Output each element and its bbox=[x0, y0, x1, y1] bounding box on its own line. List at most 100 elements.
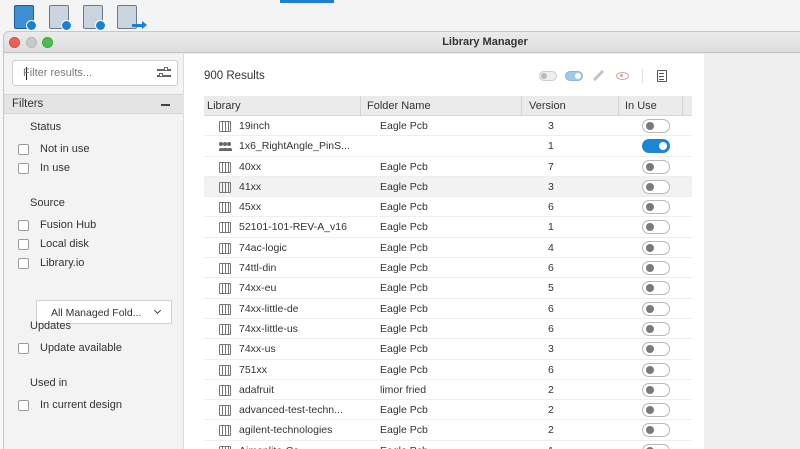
in-use-toggle[interactable] bbox=[642, 200, 670, 215]
version-number: 6 bbox=[548, 322, 554, 335]
library-name: 74xx-us bbox=[239, 343, 276, 356]
in-use-toggle[interactable] bbox=[642, 119, 670, 133]
version-number: 3 bbox=[548, 120, 554, 132]
table-row[interactable]: adafruit limor fried 2 bbox=[204, 380, 692, 401]
filter-sidebar: Filters Status Not in use In use Source … bbox=[4, 54, 184, 449]
checkbox[interactable] bbox=[18, 219, 29, 231]
title-bar: Library Manager bbox=[4, 32, 800, 53]
toolbar-divider bbox=[642, 69, 643, 83]
table-row[interactable]: 52101-101-REV-A_v16 Eagle Pcb 1 bbox=[204, 217, 692, 238]
window-title: Library Manager bbox=[442, 36, 528, 48]
filter-in-use[interactable]: In use bbox=[18, 160, 70, 176]
in-use-toggle[interactable] bbox=[642, 342, 670, 357]
export-library-icon[interactable] bbox=[116, 5, 147, 33]
pencil-icon[interactable] bbox=[592, 69, 605, 82]
filter-results-input[interactable] bbox=[23, 66, 143, 80]
version-number: 4 bbox=[548, 241, 554, 254]
library-name: 751xx bbox=[239, 363, 268, 376]
version-number: 3 bbox=[548, 343, 554, 356]
in-use-toggle[interactable] bbox=[642, 423, 670, 438]
toggle-off-icon[interactable] bbox=[539, 71, 557, 81]
library-manager-window: Library Manager Filters Status Not in us… bbox=[3, 31, 800, 449]
library-icon bbox=[219, 202, 231, 214]
checkbox[interactable] bbox=[18, 257, 29, 269]
table-row[interactable]: Aimonlite-Co... Eagle Pcb 1 bbox=[204, 441, 692, 449]
in-use-toggle[interactable] bbox=[642, 443, 670, 449]
table-row[interactable]: 40xx Eagle Pcb 7 bbox=[204, 157, 692, 177]
table-row[interactable]: 74ac-logic Eagle Pcb 4 bbox=[204, 238, 692, 259]
table-row[interactable]: 41xx Eagle Pcb 3 bbox=[204, 176, 692, 198]
table-row[interactable]: 74ttl-din Eagle Pcb 6 bbox=[204, 258, 692, 279]
table-row[interactable]: advanced-test-techn... Eagle Pcb 2 bbox=[204, 400, 692, 421]
column-in-use[interactable]: In Use bbox=[625, 100, 657, 112]
table-row[interactable]: 1x6_RightAngle_PinS... 1 bbox=[204, 136, 692, 157]
version-number: 2 bbox=[548, 424, 554, 437]
table-row[interactable]: 45xx Eagle Pcb 6 bbox=[204, 197, 692, 218]
in-use-toggle[interactable] bbox=[642, 382, 670, 397]
filter-local-disk[interactable]: Local disk bbox=[18, 236, 89, 252]
in-use-toggle[interactable] bbox=[642, 240, 670, 255]
checkbox[interactable] bbox=[18, 238, 29, 250]
folder-name: Eagle Pcb bbox=[380, 201, 428, 214]
version-number: 7 bbox=[548, 160, 554, 173]
version-number: 6 bbox=[548, 201, 554, 214]
filter-not-in-use[interactable]: Not in use bbox=[18, 141, 90, 157]
folder-name: Eagle Pcb bbox=[380, 404, 428, 417]
table-row[interactable]: 74xx-us Eagle Pcb 3 bbox=[204, 339, 692, 360]
filter-in-current-design[interactable]: In current design bbox=[18, 397, 122, 413]
in-use-toggle[interactable] bbox=[642, 403, 670, 418]
filter-library-io[interactable]: Library.io bbox=[18, 255, 84, 271]
table-row[interactable]: agilent-technologies Eagle Pcb 2 bbox=[204, 420, 692, 441]
column-library[interactable]: Library bbox=[207, 100, 241, 112]
group-icon bbox=[219, 142, 232, 152]
version-number: 5 bbox=[548, 282, 554, 295]
refresh-all-icon[interactable] bbox=[82, 5, 106, 33]
collapse-icon[interactable] bbox=[161, 104, 170, 106]
column-version[interactable]: Version bbox=[529, 100, 566, 112]
table-body: 19inch Eagle Pcb 3 1x6_RightAngle_PinS... 1 4… bbox=[204, 116, 692, 449]
library-manager-icon[interactable] bbox=[13, 5, 37, 33]
checkbox[interactable] bbox=[18, 143, 29, 155]
library-icon bbox=[219, 425, 231, 437]
document-icon[interactable] bbox=[657, 70, 667, 82]
table-row[interactable]: 74xx-little-us Eagle Pcb 6 bbox=[204, 319, 692, 340]
refresh-library-icon[interactable] bbox=[48, 5, 72, 33]
filter-update-available[interactable]: Update available bbox=[18, 340, 122, 356]
in-use-toggle[interactable] bbox=[642, 321, 670, 336]
version-number: 1 bbox=[548, 140, 554, 153]
in-use-toggle[interactable] bbox=[642, 159, 670, 174]
in-use-toggle[interactable] bbox=[642, 362, 670, 377]
filter-settings-icon[interactable] bbox=[157, 67, 171, 79]
table-row[interactable]: 74xx-little-de Eagle Pcb 6 bbox=[204, 299, 692, 319]
table-row[interactable]: 74xx-eu Eagle Pcb 5 bbox=[204, 278, 692, 299]
checkbox[interactable] bbox=[18, 162, 29, 174]
in-use-toggle[interactable] bbox=[642, 261, 670, 276]
folder-name: Eagle Pcb bbox=[380, 363, 428, 376]
library-name: advanced-test-techn... bbox=[239, 404, 343, 417]
table-row[interactable]: 751xx Eagle Pcb 6 bbox=[204, 360, 692, 380]
in-use-toggle[interactable] bbox=[642, 179, 670, 194]
filter-search-box[interactable] bbox=[12, 60, 178, 86]
folder-name: Eagle Pcb bbox=[380, 262, 428, 275]
filters-header[interactable]: Filters bbox=[4, 94, 184, 114]
column-folder-name[interactable]: Folder Name bbox=[367, 100, 431, 112]
in-use-toggle[interactable] bbox=[642, 139, 670, 154]
table-row[interactable]: 19inch Eagle Pcb 3 bbox=[204, 116, 692, 137]
checkbox[interactable] bbox=[18, 342, 29, 354]
version-number: 1 bbox=[548, 445, 568, 449]
checkbox[interactable] bbox=[18, 399, 29, 411]
in-use-toggle[interactable] bbox=[642, 281, 670, 296]
library-name: 52101-101-REV-A_v16 bbox=[239, 221, 347, 234]
chevron-down-icon bbox=[153, 306, 162, 315]
results-count: 900 Results bbox=[204, 70, 265, 82]
in-use-toggle[interactable] bbox=[642, 301, 670, 316]
in-use-toggle[interactable] bbox=[642, 220, 670, 235]
filter-fusion-hub[interactable]: Fusion Hub bbox=[18, 217, 96, 233]
used-in-section-title: Used in bbox=[30, 377, 68, 389]
library-name: 74xx-little-de bbox=[239, 302, 299, 315]
hide-icon[interactable] bbox=[616, 72, 629, 80]
version-number: 1 bbox=[548, 221, 554, 234]
table-header: Library Folder Name Version In Use bbox=[204, 96, 692, 116]
toggle-on-icon[interactable] bbox=[565, 71, 583, 81]
library-name: adafruit bbox=[239, 383, 275, 396]
